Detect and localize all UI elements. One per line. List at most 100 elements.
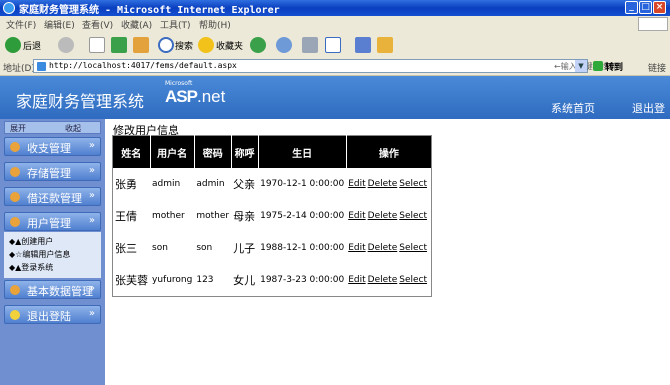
cell-title: 父亲 [233,178,256,191]
logo-microsoft: Microsoft [165,80,193,87]
select-link[interactable]: Select [399,275,427,285]
cell-name: 张勇 [115,178,137,191]
folder-icon [10,142,20,152]
sidebar-item-logout[interactable]: 退出登陆 » [4,305,101,324]
forward-arrow-icon[interactable] [58,37,74,53]
user-table: 姓名 用户名 密码 称呼 生日 操作 张勇 admin admin 父亲 197… [112,135,433,297]
address-input[interactable]: http://localhost:4017/fems/default.aspx … [33,59,617,73]
stop-icon[interactable] [89,37,105,53]
refresh-icon[interactable] [111,37,127,53]
chevron-right-icon: » [88,215,95,226]
page-icon [37,62,46,71]
edit-link[interactable]: Edit [348,179,365,189]
chevron-down-icon[interactable]: ▼ [575,60,587,72]
media-icon[interactable] [250,37,266,53]
logo-asp: ASP [165,87,198,106]
ie-logo-icon [3,2,15,14]
sidebar-item-basic-data[interactable]: 基本数据管理 » [4,280,101,299]
edit-link[interactable]: Edit [348,243,365,253]
lightbulb-icon [10,310,20,320]
cell-birthday: 1970-12-1 0:00:00 [260,179,345,189]
cell-password: 123 [196,275,214,285]
table-header-row: 姓名 用户名 密码 称呼 生日 操作 [112,135,432,168]
column-header-title: 称呼 [231,135,259,168]
search-icon[interactable] [158,37,174,53]
cell-password: mother [196,211,230,221]
menu-edit[interactable]: 编辑(E) [44,18,75,31]
chevron-right-icon: » [88,190,95,201]
site-banner: 家庭财务管理系统 Microsoft ASP.net 系统首页 退出登 [0,76,670,119]
cell-password: admin [196,179,225,189]
cell-actions: Edit Delete Select [346,232,431,264]
go-button[interactable]: 转到 [593,60,623,73]
close-button[interactable]: × [653,1,666,14]
menu-view[interactable]: 查看(V) [82,18,113,31]
cell-name: 王倩 [115,210,137,223]
submenu-login[interactable]: ◆▲登录系统 [9,262,53,273]
menu-favorites[interactable]: 收藏(A) [121,18,152,31]
delete-link[interactable]: Delete [368,243,398,253]
column-header-birthday: 生日 [258,135,347,168]
menu-file[interactable]: 文件(F) [6,18,36,31]
delete-link[interactable]: Delete [368,211,398,221]
messenger-icon[interactable] [377,37,393,53]
home-icon[interactable] [133,37,149,53]
sidebar-item-label: 借还款管理 [27,192,82,205]
expand-toggle[interactable]: 展开 [10,123,26,134]
edit-link[interactable]: Edit [348,211,365,221]
links-button[interactable]: 链接 [648,61,666,74]
submenu-create-user[interactable]: ◆▲创建用户 [9,236,53,247]
minimize-button[interactable]: _ [625,1,638,14]
sidebar-item-label: 存储管理 [27,167,71,180]
column-header-name: 姓名 [112,135,151,168]
select-link[interactable]: Select [399,211,427,221]
main-content: 修改用户信息 姓名 用户名 密码 称呼 生日 操作 张勇 admin admin… [105,119,670,385]
cell-name: 张三 [115,242,137,255]
menu-help[interactable]: 帮助(H) [199,18,231,31]
sidebar-item-users[interactable]: 用户管理 » [4,212,101,231]
submenu-edit-user[interactable]: ◆☆编辑用户信息 [9,249,70,260]
cell-username: mother [152,211,185,221]
edit-link[interactable]: Edit [348,275,365,285]
sidebar-item-income-expense[interactable]: 收支管理 » [4,137,101,156]
search-button[interactable]: 搜索 [175,39,193,52]
table-row: 张三 son son 儿子 1988-12-1 0:00:00 Edit Dele… [113,232,432,264]
mail-icon[interactable] [276,37,292,53]
back-button[interactable]: 后退 [23,39,41,52]
title-bar: 家庭财务管理系统 - Microsoft Internet Explorer _… [0,0,670,16]
logout-link[interactable]: 退出登 [632,100,665,116]
cell-username: son [152,243,168,253]
column-header-password: 密码 [194,135,232,168]
sidebar-item-label: 收支管理 [27,142,71,155]
print-icon[interactable] [302,37,318,53]
discuss-icon[interactable] [355,37,371,53]
table-row: 张芙蓉 yufurong 123 女儿 1987-3-23 0:00:00 Ed… [113,264,432,297]
home-link[interactable]: 系统首页 [551,100,595,116]
word-icon[interactable] [325,37,341,53]
chevron-right-icon: » [88,308,95,319]
table-row: 王倩 mother mother 母亲 1975-2-14 0:00:00 Ed… [113,200,432,232]
menu-tools[interactable]: 工具(T) [160,18,191,31]
back-arrow-icon[interactable] [5,37,21,53]
folder-icon [10,285,20,295]
delete-link[interactable]: Delete [368,275,398,285]
maximize-button[interactable]: □ [639,1,652,14]
sidebar-item-savings[interactable]: 存储管理 » [4,162,101,181]
sidebar-item-label: 基本数据管理 [27,285,93,298]
sidebar-item-loans[interactable]: 借还款管理 » [4,187,101,206]
delete-link[interactable]: Delete [368,179,398,189]
select-link[interactable]: Select [399,243,427,253]
folder-icon [10,192,20,202]
select-link[interactable]: Select [399,179,427,189]
cell-title: 女儿 [233,274,256,287]
column-header-actions: 操作 [346,135,432,168]
cell-birthday: 1987-3-23 0:00:00 [260,275,345,285]
cell-actions: Edit Delete Select [346,168,431,200]
address-label: 地址(D) [3,64,35,74]
address-url[interactable]: http://localhost:4017/fems/default.aspx [49,61,237,70]
favorites-button[interactable]: 收藏夹 [216,39,243,52]
favorites-star-icon[interactable] [198,37,214,53]
site-title: 家庭财务管理系统 [16,92,145,111]
collapse-toggle[interactable]: 收起 [65,123,81,134]
cell-username: admin [152,179,181,189]
